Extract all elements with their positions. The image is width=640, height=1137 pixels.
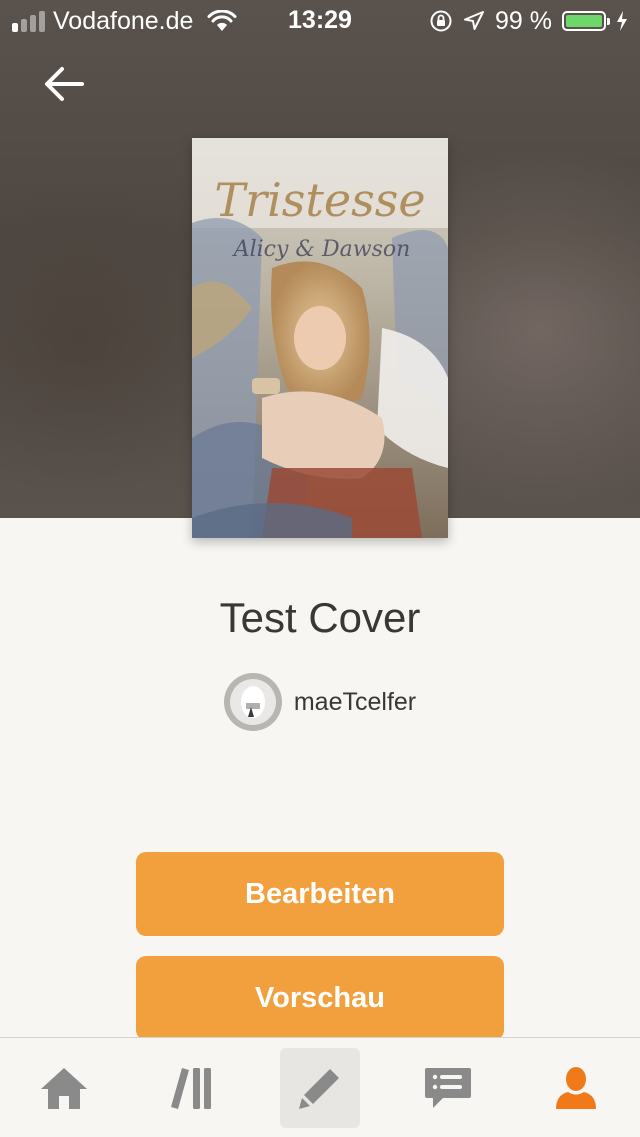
preview-button[interactable]: Vorschau — [136, 956, 504, 1040]
tab-messages[interactable] — [408, 1048, 488, 1128]
tab-write[interactable] — [280, 1048, 360, 1128]
cover-title-text: Tristesse — [214, 173, 425, 227]
avatar[interactable] — [223, 673, 282, 731]
battery-percent: 99 % — [495, 6, 552, 35]
author-name[interactable]: maeTcelfer — [294, 688, 416, 717]
messages-icon — [425, 1068, 471, 1108]
rotation-lock-icon — [430, 10, 452, 32]
story-cover-image: Tristesse Alicy & Dawson — [192, 138, 448, 538]
author-row[interactable]: maeTcelfer — [0, 672, 640, 732]
battery-icon — [562, 11, 610, 31]
status-right: 99 % — [429, 7, 628, 35]
tab-bar — [0, 1037, 640, 1137]
tab-profile[interactable] — [536, 1048, 616, 1128]
tab-library[interactable] — [152, 1048, 232, 1128]
library-icon — [171, 1068, 211, 1109]
tab-home[interactable] — [24, 1048, 104, 1128]
arrow-left-icon — [45, 67, 84, 101]
cover-subtitle-text: Alicy & Dawson — [232, 237, 411, 262]
home-icon — [41, 1068, 87, 1109]
location-icon — [464, 11, 485, 30]
pencil-icon — [299, 1069, 339, 1109]
back-button[interactable] — [36, 56, 92, 112]
edit-button[interactable]: Bearbeiten — [136, 852, 504, 936]
profile-icon — [556, 1067, 596, 1109]
status-bar: Vodafone.de 13:29 99 % — [0, 0, 640, 40]
charging-bolt-icon — [617, 11, 627, 31]
story-title: Test Cover — [219, 594, 421, 641]
